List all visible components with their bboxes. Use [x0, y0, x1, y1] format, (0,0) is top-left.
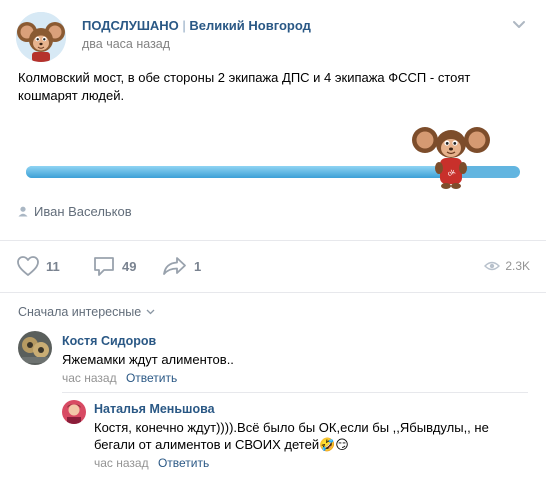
- comment-time[interactable]: час назад: [94, 456, 149, 470]
- share-icon: [163, 257, 186, 275]
- comments-sort-label[interactable]: Сначала интересные: [18, 305, 141, 319]
- chevron-down-icon[interactable]: [512, 20, 526, 30]
- comment-author[interactable]: Костя Сидоров: [62, 334, 156, 348]
- divider: [0, 240, 546, 241]
- comment-author[interactable]: Наталья Меньшова: [94, 402, 215, 416]
- comment-icon: [94, 257, 114, 276]
- likes-count: 11: [46, 258, 60, 274]
- reply-button[interactable]: Ответить: [126, 371, 177, 385]
- post-header: ПОДСЛУШАНО | Великий Новгород два часа н…: [16, 12, 530, 62]
- divider: [0, 292, 546, 293]
- signer-name[interactable]: Иван Васельков: [34, 204, 132, 219]
- comment-meta: час назад Ответить: [94, 456, 209, 470]
- divider: [62, 392, 528, 393]
- chevron-down-icon: [146, 309, 155, 315]
- cheburashka-avatar-icon: [16, 12, 66, 62]
- progress-fill: [26, 166, 451, 178]
- group-name[interactable]: ПОДСЛУШАНО | Великий Новгород: [82, 18, 311, 33]
- eye-icon: [484, 261, 501, 271]
- comment-text: Костя, конечно ждут)))).Всё было бы ОК,е…: [94, 420, 489, 452]
- avatar[interactable]: [62, 400, 86, 424]
- comments-sort-select[interactable]: Сначала интересные: [18, 305, 155, 319]
- comment-button[interactable]: 49: [92, 254, 136, 278]
- avatar[interactable]: [18, 331, 52, 365]
- group-avatar[interactable]: [16, 12, 66, 62]
- share-button[interactable]: 1: [162, 254, 201, 278]
- comment-text: Яжемамки ждут алиментов..: [62, 352, 234, 367]
- cheburashka-mascot-icon: ok: [411, 127, 490, 189]
- like-button[interactable]: 11: [16, 254, 60, 278]
- group-name-city[interactable]: Великий Новгород: [189, 18, 310, 33]
- views-counter: 2.3K: [484, 254, 530, 278]
- comment-time[interactable]: час назад: [62, 371, 117, 385]
- post-actions: 11 49 1 2.3K: [16, 254, 530, 278]
- comment: Костя Сидоров Яжемамки ждут алиментов.. …: [18, 331, 530, 387]
- post-text: Колмовский мост, в обе стороны 2 экипажа…: [18, 70, 471, 103]
- user-photo-icon: [18, 331, 52, 365]
- shares-count: 1: [194, 258, 202, 274]
- comments-count: 49: [122, 258, 137, 274]
- user-icon: [18, 206, 28, 217]
- post-time[interactable]: два часа назад: [82, 37, 170, 51]
- group-name-separator: |: [182, 18, 186, 33]
- heart-icon: [17, 256, 39, 276]
- views-count: 2.3K: [505, 259, 530, 273]
- group-name-title[interactable]: ПОДСЛУШАНО: [82, 18, 179, 33]
- reply-button[interactable]: Ответить: [158, 456, 209, 470]
- user-photo-icon: [62, 400, 86, 424]
- comment-meta: час назад Ответить: [62, 371, 177, 385]
- post-signer[interactable]: Иван Васельков: [18, 204, 132, 219]
- comment-reply: Наталья Меньшова Костя, конечно ждут))))…: [62, 400, 532, 472]
